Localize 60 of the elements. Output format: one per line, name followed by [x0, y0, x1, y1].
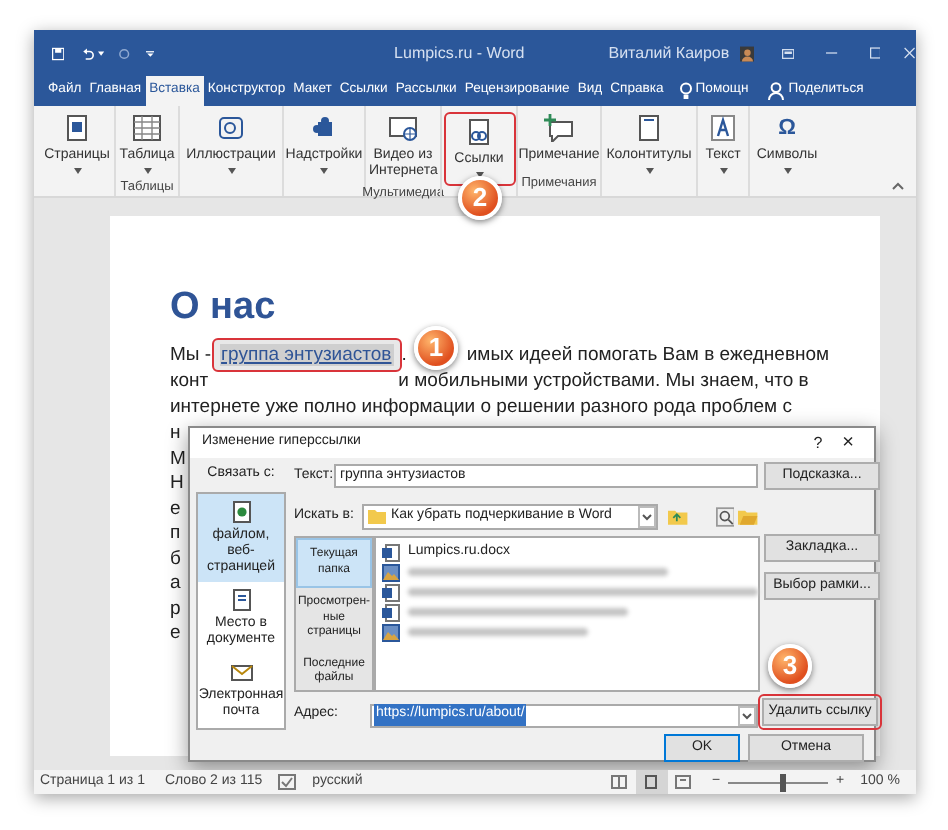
lightbulb-icon: [679, 82, 692, 100]
body-text: н: [170, 422, 181, 447]
view-button[interactable]: [635, 770, 668, 794]
person-icon: [768, 82, 785, 100]
pages-icon: [62, 114, 92, 142]
body-text: е: [170, 497, 181, 522]
document-icon: [229, 588, 253, 612]
close-button[interactable]: ×: [834, 433, 862, 453]
caret-icon: [637, 505, 656, 527]
undo-icon[interactable]: [82, 43, 95, 63]
word-file-icon[interactable]: [382, 583, 400, 601]
customize-icon[interactable]: [145, 46, 155, 60]
body-text: а: [170, 572, 181, 597]
body-text: и мобильными устройствами. Мы знаем, что в: [398, 368, 809, 394]
comment-add-icon: [544, 114, 574, 142]
document-icon: [229, 500, 253, 524]
word-file-icon[interactable]: [382, 603, 400, 621]
ribbon-display-icon[interactable]: [782, 45, 795, 61]
body-text: конт: [170, 368, 209, 394]
text-box-icon: [708, 114, 738, 142]
body-text: Мы -: [170, 342, 212, 368]
word-file-icon[interactable]: [382, 543, 400, 561]
body-text: имых идеей помогать Вам в ежедневном: [466, 342, 830, 368]
video-icon: [388, 114, 418, 142]
folder-icon: [367, 508, 386, 524]
body-text: б: [170, 547, 181, 572]
body-text: е: [170, 622, 181, 647]
document-icon: [229, 660, 253, 684]
proofing-icon[interactable]: [278, 774, 297, 790]
body-text: интернете уже полно информации о решении разного рода проблем с: [170, 394, 792, 420]
help-button[interactable]: ?: [801, 431, 835, 455]
caret-icon[interactable]: [98, 49, 105, 57]
avatar-icon: [739, 41, 755, 65]
hyperlink[interactable]: группа энтузиастов: [219, 344, 394, 366]
folder-up-icon[interactable]: [667, 506, 688, 526]
body-text: п: [170, 522, 181, 547]
body-text: М: [170, 447, 186, 472]
save-icon[interactable]: [52, 43, 65, 63]
web-search-icon[interactable]: [715, 505, 735, 527]
slider-thumb[interactable]: [779, 773, 786, 791]
body-text: .: [401, 342, 407, 368]
maximize-icon[interactable]: [869, 44, 881, 62]
image-file-icon[interactable]: [382, 563, 400, 581]
table-icon: [132, 114, 162, 142]
print-layout-icon: [642, 774, 661, 790]
window-title: Lumpics.ru - Word: [394, 41, 525, 65]
body-text: Н: [170, 472, 184, 497]
collapse-icon[interactable]: [892, 182, 904, 190]
omega-icon: Ω: [778, 114, 796, 142]
read-mode-icon: [610, 774, 629, 790]
body-text: р: [170, 597, 181, 622]
caret-icon: [738, 705, 756, 725]
close-icon[interactable]: [904, 44, 917, 62]
web-layout-icon: [674, 774, 693, 790]
image-file-icon[interactable]: [382, 623, 400, 641]
chain-link-icon: [464, 118, 494, 146]
document-heading: О нас: [170, 284, 276, 332]
page-icon: [634, 114, 664, 142]
user-name: Виталий Каиров: [608, 41, 730, 65]
shapes-icon: [216, 114, 246, 142]
